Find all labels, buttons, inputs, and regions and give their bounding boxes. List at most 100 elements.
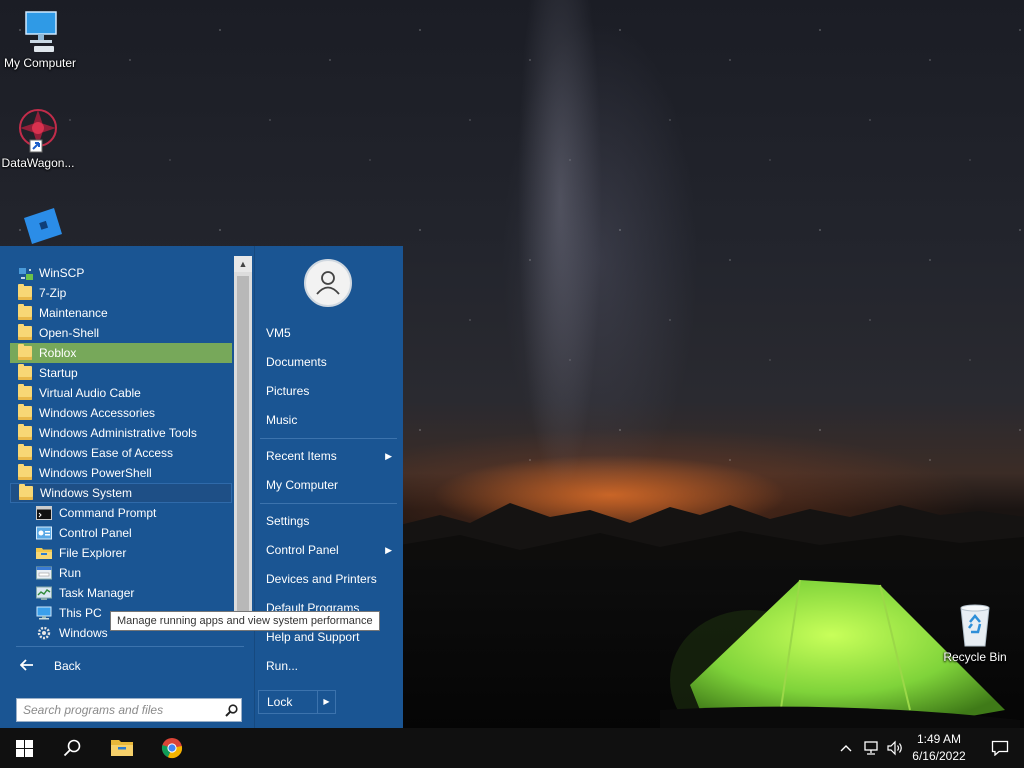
lock-button[interactable]: Lock ▶: [258, 690, 336, 714]
menu-item-music[interactable]: Music: [266, 409, 396, 431]
back-label: Back: [54, 659, 81, 673]
roblox-icon: [24, 208, 62, 244]
chevron-right-icon[interactable]: ▶: [317, 691, 335, 713]
program-item-maintenance[interactable]: Maintenance: [10, 303, 232, 323]
desktop-icon-my-computer[interactable]: My Computer: [0, 8, 80, 70]
windows-logo-icon: [15, 739, 33, 757]
program-label: Run: [59, 566, 82, 580]
folder-icon: [19, 484, 33, 500]
search-input[interactable]: [17, 700, 221, 720]
network-tray-button[interactable]: [858, 728, 884, 768]
volume-tray-button[interactable]: [882, 728, 908, 768]
program-label: Virtual Audio Cable: [39, 386, 141, 400]
program-label: Open-Shell: [39, 326, 100, 340]
folder-icon: [18, 324, 32, 340]
menu-item-control-panel[interactable]: Control Panel ▶: [266, 539, 396, 561]
menu-item-recent-items[interactable]: Recent Items ▶: [266, 445, 396, 467]
user-icon: [316, 271, 340, 295]
program-label: Windows System: [40, 486, 133, 500]
back-button[interactable]: Back: [10, 654, 244, 678]
volume-icon: [887, 740, 902, 756]
chevron-up-icon: [840, 745, 852, 752]
search-button[interactable]: [48, 728, 96, 768]
task-manager-icon: [36, 586, 52, 600]
user-name[interactable]: VM5: [266, 322, 396, 344]
program-item-7zip[interactable]: 7-Zip: [10, 283, 232, 303]
program-label: File Explorer: [59, 546, 127, 560]
desktop-icon-recycle-bin[interactable]: Recycle Bin: [935, 602, 1015, 664]
program-label: Windows Ease of Access: [39, 446, 174, 460]
folder-icon: [18, 404, 32, 420]
program-item-file-explorer[interactable]: File Explorer: [10, 543, 232, 563]
menu-item-my-computer[interactable]: My Computer: [266, 474, 396, 496]
program-label: WinSCP: [39, 266, 85, 280]
start-button[interactable]: [0, 728, 48, 768]
cmd-icon: [36, 506, 52, 520]
desktop-icon-label: My Computer: [3, 56, 77, 70]
folder-icon: [18, 444, 32, 460]
chrome-taskbar-button[interactable]: [148, 728, 196, 768]
program-item-windows-ease-of-access[interactable]: Windows Ease of Access: [10, 443, 232, 463]
program-label: Roblox: [39, 346, 77, 360]
control-panel-icon: [36, 526, 52, 540]
program-item-command-prompt[interactable]: Command Prompt: [10, 503, 232, 523]
program-item-roblox[interactable]: Roblox: [10, 343, 232, 363]
file-explorer-taskbar-button[interactable]: [98, 728, 146, 768]
search-icon: [63, 739, 81, 757]
file-explorer-icon: [36, 546, 52, 560]
clock-time: 1:49 AM: [916, 732, 962, 746]
program-item-run[interactable]: Run: [10, 563, 232, 583]
program-label: 7-Zip: [39, 286, 67, 300]
menu-item-settings[interactable]: Settings: [266, 510, 396, 532]
program-item-windows-system[interactable]: Windows System: [10, 483, 232, 503]
scrollbar-thumb[interactable]: [237, 276, 249, 612]
program-item-open-shell[interactable]: Open-Shell: [10, 323, 232, 343]
folder-icon: [18, 424, 32, 440]
file-explorer-icon: [111, 740, 133, 756]
program-label: Maintenance: [39, 306, 108, 320]
programs-list: WinSCP 7-Zip Maintenance Open-Shell Robl…: [10, 254, 232, 640]
desktop-icon-label: DataWagon...: [1, 156, 75, 170]
program-item-windows-accessories[interactable]: Windows Accessories: [10, 403, 232, 423]
program-item-task-manager[interactable]: Task Manager: [10, 583, 232, 603]
program-item-virtual-audio-cable[interactable]: Virtual Audio Cable: [10, 383, 232, 403]
program-label: Task Manager: [59, 586, 135, 600]
program-label: Startup: [39, 366, 78, 380]
datawagon-shortcut-icon: [19, 109, 57, 153]
notification-icon: [991, 740, 1009, 756]
show-hidden-icons-button[interactable]: [834, 728, 858, 768]
program-item-control-panel[interactable]: Control Panel: [10, 523, 232, 543]
folder-icon: [18, 304, 32, 320]
roblox-desktop-icon[interactable]: [14, 204, 64, 246]
pane-separator: [254, 246, 255, 728]
scroll-up-arrow-icon[interactable]: ▲: [234, 256, 252, 272]
action-center-button[interactable]: [976, 728, 1024, 768]
menu-item-devices-and-printers[interactable]: Devices and Printers: [266, 568, 396, 590]
network-icon: [864, 741, 878, 755]
program-label: This PC: [59, 606, 102, 620]
folder-icon: [18, 284, 32, 300]
program-label: Control Panel: [59, 526, 132, 540]
user-avatar[interactable]: [304, 259, 352, 307]
recycle-bin-icon: [960, 604, 990, 647]
divider: [260, 503, 397, 504]
menu-item-run[interactable]: Run...: [266, 655, 396, 677]
search-icon[interactable]: [221, 703, 241, 717]
program-item-startup[interactable]: Startup: [10, 363, 232, 383]
folder-icon: [18, 384, 32, 400]
folder-icon: [18, 464, 32, 480]
chevron-right-icon: ▶: [385, 450, 392, 461]
divider: [260, 438, 397, 439]
program-item-windows-administrative-tools[interactable]: Windows Administrative Tools: [10, 423, 232, 443]
desktop-icon-datawagon[interactable]: DataWagon...: [0, 106, 78, 170]
search-box[interactable]: [16, 698, 242, 722]
lock-label: Lock: [267, 695, 293, 709]
tooltip: Manage running apps and view system perf…: [110, 611, 380, 631]
programs-scrollbar[interactable]: ▲: [234, 256, 252, 618]
program-item-windows-powershell[interactable]: Windows PowerShell: [10, 463, 232, 483]
menu-item-pictures[interactable]: Pictures: [266, 380, 396, 402]
start-menu: WinSCP 7-Zip Maintenance Open-Shell Robl…: [0, 246, 403, 728]
menu-item-documents[interactable]: Documents: [266, 351, 396, 373]
clock[interactable]: 1:49 AM 6/16/2022: [906, 731, 972, 765]
program-item-winscp[interactable]: WinSCP: [10, 263, 232, 283]
